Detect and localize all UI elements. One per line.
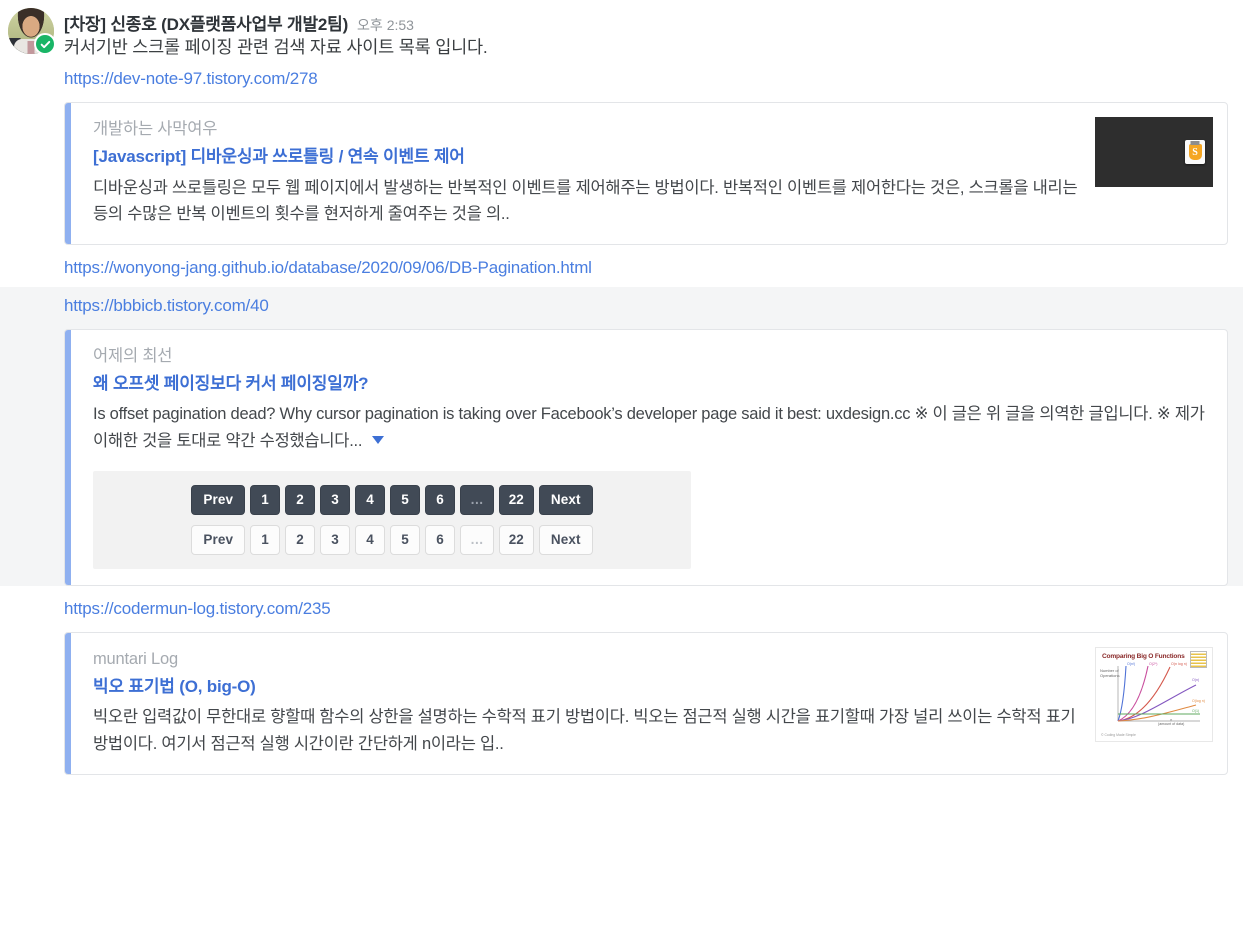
card-thumbnail: S bbox=[1095, 117, 1213, 188]
pagination-next-light: Next bbox=[538, 524, 593, 555]
pagination-page-dark-2: 2 bbox=[285, 484, 316, 515]
message-timestamp: 오후 2:53 bbox=[357, 17, 414, 33]
message-header: [차장] 신종호 (DX플랫폼사업부 개발2팀) 오후 2:53 bbox=[0, 0, 1243, 34]
card-thumbnail: Comparing Big O Functions Number of Opera… bbox=[1095, 647, 1213, 742]
svg-text:O(n log n): O(n log n) bbox=[1171, 662, 1187, 666]
pagination-page-light-5: 5 bbox=[390, 524, 421, 555]
message-link-1[interactable]: https://dev-note-97.tistory.com/278 bbox=[0, 60, 1243, 98]
highlighted-link-block: https://bbbicb.tistory.com/40 어제의 최선 왜 오… bbox=[0, 287, 1243, 586]
svg-text:O(n!): O(n!) bbox=[1127, 662, 1135, 666]
avatar[interactable] bbox=[8, 8, 56, 55]
pagination-next-dark: Next bbox=[538, 484, 593, 515]
bigo-curves: O(n!) O(2ⁿ) O(n log n) O(n) O(log n) O(1… bbox=[1117, 662, 1205, 722]
big-o-chart-icon: Comparing Big O Functions Number of Opera… bbox=[1095, 647, 1213, 742]
js-badge-cap bbox=[1190, 141, 1200, 146]
link-url-4[interactable]: https://codermun-log.tistory.com/235 bbox=[64, 599, 331, 618]
verified-check-icon bbox=[34, 33, 56, 55]
pagination-prev-dark: Prev bbox=[191, 484, 246, 515]
pagination-row-light: Prev 1 2 3 4 5 6 … 22 Next bbox=[93, 524, 691, 555]
pagination-page-light-2: 2 bbox=[285, 524, 316, 555]
message-link-2[interactable]: https://wonyong-jang.github.io/database/… bbox=[0, 249, 1243, 287]
pagination-page-dark-5: 5 bbox=[390, 484, 421, 515]
js-badge-icon: S bbox=[1185, 140, 1205, 165]
chevron-down-icon[interactable] bbox=[372, 436, 385, 445]
pagination-page-light-4: 4 bbox=[355, 524, 386, 555]
pagination-page-light-22: 22 bbox=[498, 524, 534, 555]
card-description: Is offset pagination dead? Why cursor pa… bbox=[93, 401, 1213, 454]
card-description: 빅오란 입력값이 무한대로 향할때 함수의 상한을 설명하는 수학적 표기 방법… bbox=[93, 708, 1076, 753]
card-title[interactable]: [Javascript] 디바운싱과 쓰로틀링 / 연속 이벤트 제어 bbox=[93, 144, 1079, 170]
svg-text:O(log n): O(log n) bbox=[1192, 699, 1205, 703]
card-site-name: muntari Log bbox=[93, 650, 178, 668]
pagination-ellipsis-dark: … bbox=[460, 484, 494, 515]
chat-message: [차장] 신종호 (DX플랫폼사업부 개발2팀) 오후 2:53 커서기반 스크… bbox=[0, 0, 1243, 775]
pagination-ellipsis-light: … bbox=[460, 524, 494, 555]
pagination-page-light-3: 3 bbox=[320, 524, 351, 555]
message-link-4[interactable]: https://codermun-log.tistory.com/235 bbox=[0, 590, 1243, 628]
link-url-2[interactable]: https://wonyong-jang.github.io/database/… bbox=[64, 258, 592, 277]
card-description: 디바운싱과 쓰로틀링은 모두 웹 페이지에서 발생하는 반복적인 이벤트를 제어… bbox=[93, 178, 1078, 224]
pagination-page-light-6: 6 bbox=[425, 524, 456, 555]
sender-name[interactable]: [차장] 신종호 (DX플랫폼사업부 개발2팀) bbox=[64, 10, 348, 35]
message-link-3[interactable]: https://bbbicb.tistory.com/40 bbox=[0, 287, 1243, 325]
svg-text:O(1): O(1) bbox=[1192, 709, 1199, 713]
pagination-row-dark: Prev 1 2 3 4 5 6 … 22 Next bbox=[93, 484, 691, 515]
pagination-prev-light: Prev bbox=[191, 524, 246, 555]
link-preview-card-1[interactable]: 개발하는 사막여우 [Javascript] 디바운싱과 쓰로틀링 / 연속 이… bbox=[64, 102, 1228, 246]
pagination-page-dark-22: 22 bbox=[498, 484, 534, 515]
pagination-page-dark-1: 1 bbox=[250, 484, 281, 515]
card-title[interactable]: 왜 오프셋 페이징보다 커서 페이징일까? bbox=[93, 371, 1213, 397]
svg-text:O(2ⁿ): O(2ⁿ) bbox=[1149, 662, 1158, 666]
card-site-name: 개발하는 사막여우 bbox=[93, 120, 218, 139]
link-preview-card-2[interactable]: 어제의 최선 왜 오프셋 페이징보다 커서 페이징일까? Is offset p… bbox=[64, 329, 1228, 586]
pagination-screenshot: Prev 1 2 3 4 5 6 … 22 Next Prev 1 2 3 4 … bbox=[93, 470, 691, 569]
link-url-3[interactable]: https://bbbicb.tistory.com/40 bbox=[64, 296, 269, 315]
pagination-page-dark-6: 6 bbox=[425, 484, 456, 515]
card-site-name: 어제의 최선 bbox=[93, 347, 173, 366]
link-preview-card-3[interactable]: muntari Log 빅오 표기법 (O, big-O) 빅오란 입력값이 무… bbox=[64, 632, 1228, 775]
pagination-page-light-1: 1 bbox=[250, 524, 281, 555]
pagination-page-dark-4: 4 bbox=[355, 484, 386, 515]
link-url-1[interactable]: https://dev-note-97.tistory.com/278 bbox=[64, 69, 318, 88]
javascript-logo-icon: S bbox=[1095, 117, 1213, 188]
pagination-page-dark-3: 3 bbox=[320, 484, 351, 515]
card-description-text: Is offset pagination dead? Why cursor pa… bbox=[93, 405, 1205, 451]
svg-text:O(n): O(n) bbox=[1192, 678, 1199, 682]
js-shield-icon: S bbox=[1188, 144, 1202, 161]
card-title[interactable]: 빅오 표기법 (O, big-O) bbox=[93, 674, 1079, 700]
